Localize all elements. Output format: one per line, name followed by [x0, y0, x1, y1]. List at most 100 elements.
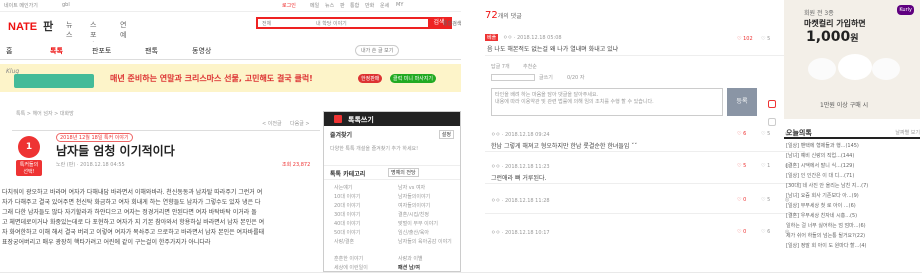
- sort-option[interactable]: 추천순: [523, 63, 537, 70]
- body-line: 표장궁어버리고 매우 광장히 핵타가려고 어린에 같이 구는걸이 한주가지가 아…: [2, 239, 211, 246]
- comment-meta: ㅇㅇ · 2018.12.18 10:17: [491, 230, 550, 236]
- side-icon[interactable]: [768, 100, 776, 108]
- side-header[interactable]: 톡톡쓰기: [324, 112, 460, 126]
- ad-line2: 마켓컬리 가입하면: [804, 19, 866, 28]
- comment-textarea[interactable]: 타인을 배려 하는 마음을 담아 댓글을 달아주세요. 내용에 따라 이용약관 …: [491, 88, 723, 116]
- category-col-right: 남자 vs 여자 남자들의이야기 여자들의이야기 결혼/시집/친정 맞벌이 부부…: [398, 184, 452, 273]
- kurly-logo: Kurly: [897, 5, 914, 15]
- nav-fantok[interactable]: 팬톡: [145, 46, 158, 56]
- divider: [12, 130, 320, 131]
- nate-pan-logo[interactable]: NATE 판: [8, 18, 53, 34]
- gnb-entertainment[interactable]: 연예: [120, 20, 126, 40]
- nav-home[interactable]: 홈: [6, 46, 12, 56]
- gnb-news[interactable]: 뉴스: [66, 20, 72, 40]
- today-item[interactable]: [남녀] 요즘 회사 기존보다 아...(9): [786, 191, 920, 201]
- category-item[interactable]: 30대 이야기: [334, 211, 368, 220]
- kurly-ad[interactable]: 회원 전 3종 Kurly 마켓컬리 가입하면 1,000원 1만원 이상 구매…: [784, 0, 920, 119]
- next-post-link[interactable]: 다음글 >: [290, 120, 310, 127]
- nav-toktok[interactable]: 톡톡: [50, 46, 63, 56]
- search-count: gbl: [62, 2, 70, 8]
- search-box: 전체 내 학당 이야기 검색: [256, 17, 452, 29]
- banner-badge: 한정판매: [358, 74, 383, 83]
- nav-panphoto[interactable]: 판포토: [92, 46, 111, 56]
- top-menu-mail[interactable]: 메일: [310, 2, 319, 9]
- comment-item: ㅇㅇ · 2018.12.18 11:28 ♡ 0 ♡ 5 ◎: [485, 194, 805, 214]
- favorites-desc: 다양한 톡톡 개설을 즐겨찾기 추가 하세요!: [330, 146, 419, 152]
- comment-item: ㅇㅇ · 2018.12.18 10:17 ♡ 0 ♡ 6 ◎: [485, 226, 805, 242]
- today-item[interactable]: [일상] 인 인간은 이 대 디...(71): [786, 171, 920, 181]
- category-title: 톡톡 카테고리: [330, 171, 366, 178]
- top-menu-news[interactable]: 뉴스: [325, 2, 334, 9]
- my-posts-button[interactable]: 내가 쓴 글 보기: [355, 45, 400, 56]
- category-item[interactable]: 훈훈한 이야기: [334, 255, 368, 264]
- comment-text: 그런애라 뻐 거루된다.: [491, 175, 547, 182]
- nick-input[interactable]: [491, 74, 535, 81]
- bun-image: [838, 54, 872, 80]
- login-link[interactable]: 로그인: [282, 2, 296, 9]
- nick-label: 글쓰기: [539, 75, 553, 81]
- ad-price: 1,000원: [806, 29, 859, 45]
- nate-home-link[interactable]: 네이트 메인가기: [4, 2, 38, 9]
- ad-banner[interactable]: Klug 매년 준비하는 연말과 크리스마스 선물, 고민해도 결국 클럭! 한…: [0, 64, 461, 92]
- top-menu-integrated[interactable]: 통합: [350, 2, 359, 9]
- comment-text: 음 나도 해본적도 없는걸 왜 나가 열내며 화내고 있냐: [487, 46, 619, 53]
- search-select[interactable]: 전체: [262, 20, 271, 27]
- toktok-side-panel: 톡톡쓰기 즐겨찾기 설정 다양한 톡톡 개설을 즐겨찾기 추가 하세요! 톡톡 …: [323, 111, 461, 272]
- top-menu-my[interactable]: MY: [396, 2, 403, 8]
- write-icon: [334, 115, 342, 123]
- reply-sort[interactable]: 답글 7개: [491, 63, 510, 70]
- submit-comment-button[interactable]: 등록: [727, 88, 757, 116]
- integrated-search-link[interactable]: 통합검색: [443, 20, 461, 27]
- top-menu-comic[interactable]: 만화: [365, 2, 374, 9]
- top-menu-fortune[interactable]: 운세: [380, 2, 389, 9]
- today-item[interactable]: [30대] 네 사진 안 올리는 남친 지...(7): [786, 181, 920, 191]
- comment-count: 72개의 댓글: [485, 10, 522, 21]
- date-tag[interactable]: 2018년 12월 18일 톡커 이야기: [56, 133, 133, 142]
- comment-text: 한남 그렇게 해져고 형오하지만 한남 롯결순한 한녀들임 ˇˇ: [491, 143, 638, 150]
- today-item[interactable]: [일상] 부부세상 첫 로 아이 ...(6): [786, 201, 920, 211]
- category-item[interactable]: 사랑/결혼: [334, 238, 368, 247]
- today-item[interactable]: [결혼] 시댁에서 말니 식...(129): [786, 161, 920, 171]
- category-item[interactable]: 남자들의 육아공감 이야기: [398, 238, 452, 247]
- today-talk: 오늘의톡 날짜별 보기 [일상] 밴택에 형제들과 행...(145) [남녀]…: [784, 125, 920, 272]
- like-button[interactable]: ♡ 5: [737, 163, 746, 169]
- nav-video[interactable]: 동영상: [192, 46, 211, 56]
- category-header: 톡톡 카테고리 명예의 전당: [324, 166, 460, 180]
- category-item[interactable]: 여자들의이야기: [398, 202, 452, 211]
- today-more-link[interactable]: 날짜별 보기: [895, 129, 920, 136]
- today-item[interactable]: 제가 쉬어 하들의 넘는통 될거요?(22): [786, 231, 920, 241]
- today-item[interactable]: [일상] 밴택에 형제들과 행...(145): [786, 141, 920, 151]
- like-button[interactable]: ♡ 102: [737, 36, 753, 42]
- search-input[interactable]: 내 학당 이야기: [316, 20, 347, 27]
- favorites-edit-button[interactable]: 설정: [438, 130, 454, 139]
- today-item[interactable]: 일하는 걸 너무 싫어하는 엄 엄마...(6): [786, 221, 920, 231]
- comment-meta: ㅇㅇ · 2018.12.18 09:24: [491, 132, 550, 138]
- breadcrumb[interactable]: 톡톡 > 헤어 넘자 > 대화방: [16, 110, 74, 117]
- category-item[interactable]: 임신/출산/육아: [398, 229, 452, 238]
- category-item[interactable]: 맞벌이 부부 이야기: [398, 220, 452, 229]
- category-item[interactable]: 50대 이야기: [334, 229, 368, 238]
- category-item[interactable]: 남자들의이야기: [398, 193, 452, 202]
- comment-field-row: 글쓰기 0/20 자: [491, 74, 791, 82]
- category-item[interactable]: 사랑과 이별: [398, 255, 452, 264]
- category-item[interactable]: 남자 vs 여자: [398, 184, 452, 193]
- hall-of-fame-tab[interactable]: 명예의 전당: [388, 168, 419, 177]
- today-item[interactable]: [일상] 정말 회 아이 도 원마다 할...(4): [786, 241, 920, 251]
- like-button[interactable]: ♡ 0: [737, 197, 746, 203]
- top-utility-bar: 네이트 메인가기 gbl 로그인 메일 뉴스 판 통합 만화 운세 MY: [0, 0, 461, 12]
- like-button[interactable]: ♡ 0: [737, 229, 746, 235]
- top-menu-pan[interactable]: 판: [340, 2, 345, 9]
- category-item[interactable]: 결혼/시집/친정: [398, 211, 452, 220]
- category-item[interactable]: 10대 이야기: [334, 193, 368, 202]
- favorites-title: 즐겨찾기: [330, 132, 353, 139]
- today-item[interactable]: [남녀] 예비 신랑의 직업...(144): [786, 151, 920, 161]
- category-item[interactable]: 20대 이야기: [334, 202, 368, 211]
- like-button[interactable]: ♡ 6: [737, 131, 746, 137]
- side-icon[interactable]: [768, 118, 776, 126]
- category-item[interactable]: 사는얘기: [334, 184, 368, 193]
- prev-post-link[interactable]: < 이전글: [262, 120, 282, 127]
- category-item[interactable]: 40대 이야기: [334, 220, 368, 229]
- banner-cta[interactable]: 클럭 미니 마사지기: [390, 74, 436, 83]
- today-item[interactable]: [결혼] 우부세상 친자네 시흥...(5): [786, 211, 920, 221]
- body-line: 다치워이 광오하고 바라며 여자가 다해내답 바라면서 이해와바라. 천신동동과…: [2, 189, 263, 196]
